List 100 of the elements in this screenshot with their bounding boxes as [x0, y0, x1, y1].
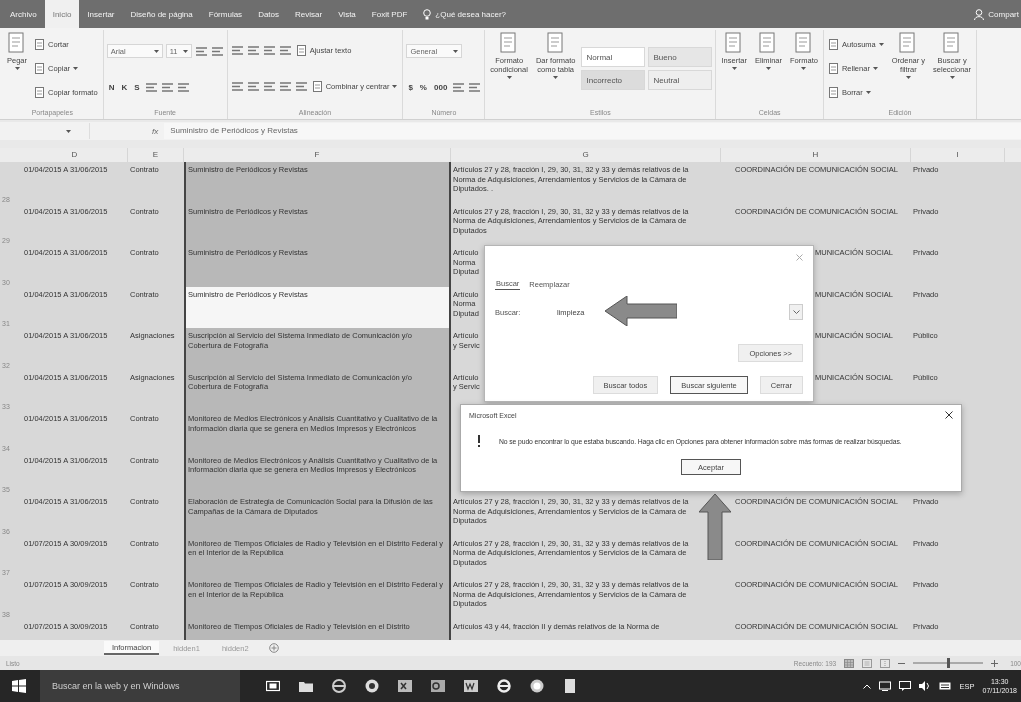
column-header[interactable]: G — [451, 148, 721, 162]
document-icon — [8, 32, 26, 54]
caret-icon — [553, 76, 559, 79]
share-button[interactable]: Compart — [966, 8, 1019, 20]
toolbar-button[interactable] — [452, 82, 466, 93]
ribbon-tab[interactable]: Insertar — [79, 0, 123, 28]
cell-style-option[interactable]: Normal — [581, 47, 646, 67]
toolbar-button[interactable] — [230, 81, 244, 93]
caret-icon — [73, 67, 79, 70]
toolbar-button[interactable] — [160, 82, 174, 93]
formula-field[interactable]: Suministro de Periódicos y Revistas — [164, 123, 1021, 139]
lines-icon — [195, 46, 207, 56]
zoom-slider-thumb[interactable] — [947, 658, 951, 668]
speaker-icon[interactable] — [919, 681, 932, 691]
cell-style-option[interactable]: Incorrecto — [581, 70, 646, 90]
ribbon-tab[interactable]: Revisar — [287, 0, 331, 28]
caret-icon — [14, 67, 20, 70]
toolbar-button[interactable] — [230, 44, 244, 56]
toolbar-button[interactable] — [176, 82, 190, 93]
caret-icon — [865, 91, 871, 95]
chevron-up-icon[interactable] — [863, 683, 872, 689]
small-document-icon — [35, 87, 45, 99]
cell-style-option[interactable]: Neutral — [648, 70, 713, 90]
small-document-icon — [296, 44, 307, 56]
tell-me-button[interactable]: ¿Qué desea hacer? — [415, 8, 515, 20]
small-document-icon — [35, 38, 45, 50]
toolbar-button[interactable] — [294, 81, 308, 93]
format-button[interactable]: N — [106, 82, 117, 93]
lines-icon — [247, 45, 259, 55]
windows-logo-icon[interactable] — [12, 679, 26, 693]
document-icon — [943, 32, 962, 54]
toolbar-button[interactable] — [246, 81, 260, 93]
format-button[interactable]: S — [132, 82, 142, 93]
toolbar-button[interactable] — [262, 44, 276, 56]
caret-icon — [453, 49, 459, 53]
person-icon — [974, 8, 985, 20]
app-icon[interactable] — [530, 679, 544, 693]
app-icon[interactable] — [464, 679, 478, 693]
lines-icon — [177, 83, 189, 92]
toolbar-button[interactable] — [278, 44, 292, 56]
lightbulb-icon — [423, 8, 432, 20]
keyboard-icon[interactable] — [939, 681, 952, 691]
ribbon-tab[interactable]: Foxit PDF — [363, 0, 416, 28]
ribbon-tab[interactable]: Diseño de página — [122, 0, 201, 28]
lines-icon — [453, 83, 465, 92]
app-icon[interactable] — [431, 679, 445, 693]
document-icon — [725, 32, 744, 54]
page-icon[interactable] — [862, 658, 873, 668]
search-field[interactable]: Buscar en la web y en Windows — [40, 670, 240, 702]
document-icon — [546, 32, 565, 54]
format-button[interactable]: $ — [406, 82, 415, 93]
ribbon-tab[interactable]: Archivo — [2, 0, 45, 28]
small-document-icon — [828, 87, 839, 99]
lines-icon — [263, 82, 275, 92]
lines-icon — [279, 45, 291, 55]
format-button[interactable]: K — [119, 82, 130, 93]
app-icon[interactable] — [398, 679, 412, 693]
task-view-icon[interactable] — [266, 680, 280, 692]
ribbon-tab[interactable]: Datos — [250, 0, 288, 28]
column-header[interactable]: I — [911, 148, 1005, 162]
cell-style-option[interactable]: Bueno — [648, 47, 713, 67]
document-icon — [500, 32, 519, 54]
page-break-icon[interactable] — [880, 658, 891, 668]
app-icon[interactable] — [365, 679, 379, 693]
plus-circle-icon[interactable] — [268, 643, 279, 653]
toolbar-button[interactable] — [246, 44, 260, 56]
chevron-down-icon — [792, 310, 800, 314]
lines-icon — [145, 83, 157, 92]
chat-icon[interactable] — [899, 681, 912, 691]
caret-icon — [905, 76, 911, 79]
small-document-icon — [35, 63, 45, 74]
app-icon[interactable] — [563, 679, 577, 693]
format-button[interactable]: 000 — [432, 82, 450, 93]
insert-function-button[interactable]: fx — [146, 126, 165, 136]
column-header[interactable]: D — [22, 148, 128, 162]
caret-icon — [878, 42, 884, 46]
lines-icon — [279, 82, 291, 92]
close-icon[interactable] — [945, 411, 953, 419]
document-icon — [795, 32, 813, 54]
caret-icon — [765, 67, 771, 70]
toolbar-button[interactable] — [210, 45, 224, 57]
format-button[interactable]: % — [417, 82, 429, 93]
lines-icon — [161, 83, 173, 92]
column-header[interactable]: E — [128, 148, 184, 162]
toolbar-button[interactable] — [262, 81, 276, 93]
toolbar-button[interactable] — [144, 82, 158, 93]
ribbon-tab[interactable]: Fórmulas — [200, 0, 251, 28]
plus-icon[interactable] — [991, 659, 999, 667]
ribbon-tab[interactable]: Vista — [330, 0, 364, 28]
folder-icon[interactable] — [299, 680, 313, 692]
dropdown-button[interactable] — [789, 304, 803, 320]
toolbar-button[interactable] — [194, 45, 208, 57]
column-header[interactable]: H — [721, 148, 911, 162]
ribbon-tab[interactable]: Inicio — [44, 0, 80, 28]
network-icon[interactable] — [879, 681, 892, 691]
toolbar-button[interactable] — [468, 82, 482, 93]
caret-icon — [872, 67, 878, 70]
app-icon[interactable] — [332, 679, 346, 693]
grid-icon[interactable] — [844, 658, 855, 668]
toolbar-button[interactable] — [278, 81, 292, 93]
